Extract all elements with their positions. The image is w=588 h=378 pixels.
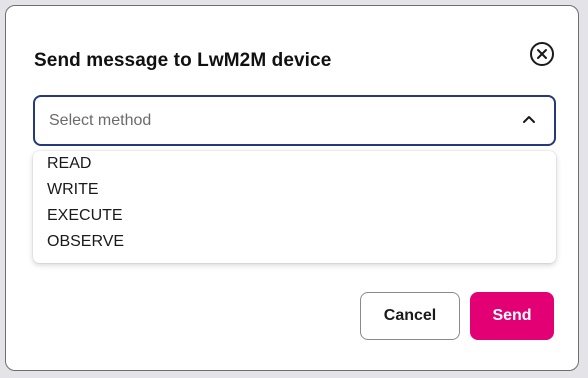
send-message-dialog: Send message to LwM2M device Select meth… [5, 5, 579, 371]
method-select-placeholder: Select method [49, 112, 152, 129]
method-dropdown-list: READ WRITE EXECUTE OBSERVE [33, 151, 556, 263]
method-select[interactable]: Select method [33, 95, 556, 146]
cancel-button[interactable]: Cancel [360, 292, 460, 340]
send-button[interactable]: Send [470, 292, 554, 340]
close-circle-icon [530, 42, 554, 66]
method-option-execute[interactable]: EXECUTE [47, 205, 527, 227]
close-button[interactable] [529, 41, 555, 67]
dialog-title: Send message to LwM2M device [34, 50, 332, 71]
method-option-observe[interactable]: OBSERVE [47, 231, 527, 253]
chevron-up-icon [523, 116, 535, 123]
method-option-read[interactable]: READ [47, 153, 527, 175]
method-option-write[interactable]: WRITE [47, 179, 527, 201]
